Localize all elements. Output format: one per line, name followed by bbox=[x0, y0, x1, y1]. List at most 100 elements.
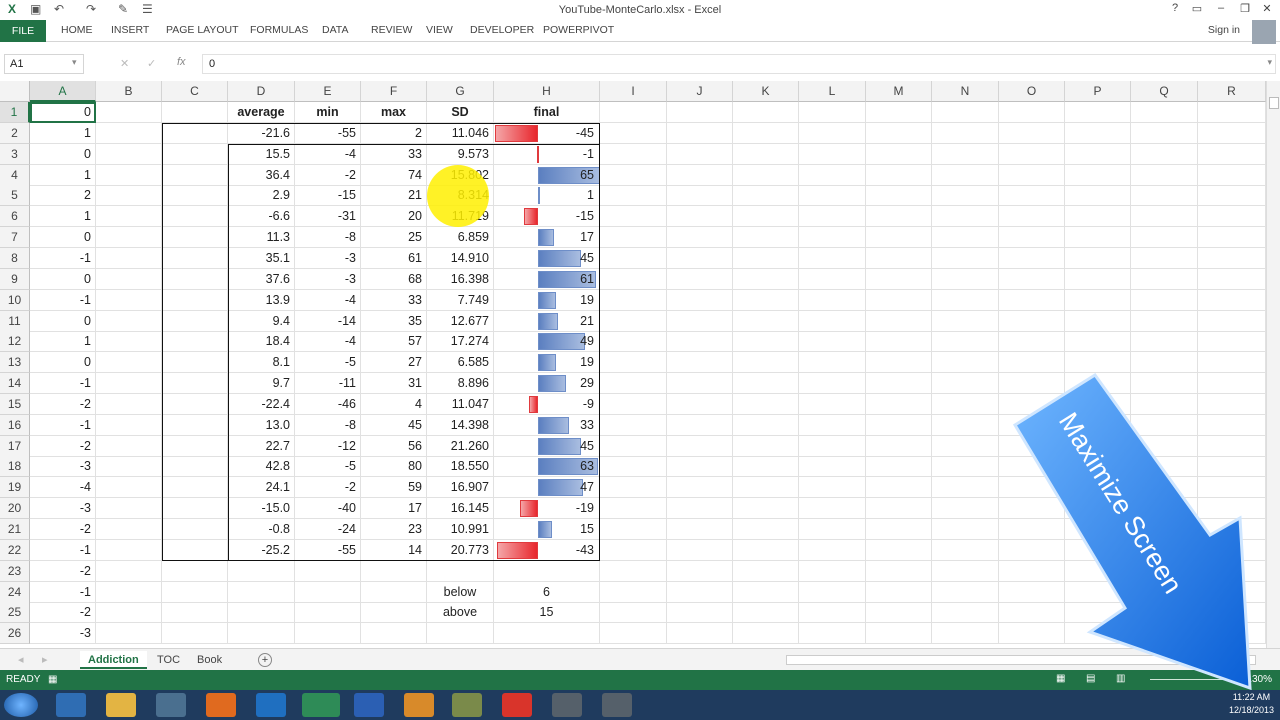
grid-cell[interactable] bbox=[866, 310, 932, 332]
grid-cell[interactable] bbox=[667, 247, 733, 269]
grid-cell[interactable] bbox=[361, 623, 427, 645]
grid-cell[interactable] bbox=[866, 539, 932, 561]
grid-cell[interactable] bbox=[799, 289, 866, 311]
grid-cell[interactable] bbox=[733, 289, 799, 311]
grid-cell[interactable] bbox=[494, 560, 600, 582]
ie-icon[interactable] bbox=[56, 693, 86, 717]
grid-cell[interactable] bbox=[866, 519, 932, 540]
grid-cell[interactable] bbox=[1198, 143, 1266, 165]
grid-cell[interactable] bbox=[295, 623, 361, 645]
grid-cell[interactable] bbox=[162, 268, 228, 290]
column-header-n[interactable]: N bbox=[932, 81, 999, 102]
cell-final[interactable]: 45 bbox=[494, 436, 594, 457]
grid-cell[interactable] bbox=[733, 227, 799, 249]
tab-home[interactable]: HOME bbox=[61, 24, 93, 36]
column-header-h[interactable]: H bbox=[494, 81, 600, 102]
grid-cell[interactable] bbox=[999, 331, 1065, 353]
grid-cell[interactable] bbox=[600, 352, 667, 374]
cell-min[interactable]: -31 bbox=[295, 206, 361, 228]
grid-cell[interactable] bbox=[932, 414, 999, 436]
grid-cell[interactable] bbox=[866, 456, 932, 478]
grid-cell[interactable] bbox=[866, 602, 932, 624]
grid-cell[interactable] bbox=[96, 477, 162, 499]
grid-cell[interactable] bbox=[1198, 185, 1266, 207]
grid-cell[interactable] bbox=[866, 122, 932, 144]
cell-average[interactable]: 15.5 bbox=[228, 143, 295, 165]
cell-average[interactable]: 8.1 bbox=[228, 352, 295, 374]
cell-min[interactable]: -5 bbox=[295, 352, 361, 374]
grid-cell[interactable] bbox=[932, 477, 999, 499]
grid-cell[interactable] bbox=[228, 581, 295, 603]
grid-cell[interactable] bbox=[932, 373, 999, 395]
grid-cell[interactable] bbox=[733, 435, 799, 457]
sheet-tab-toc[interactable]: TOC bbox=[157, 651, 180, 669]
grid-cell[interactable] bbox=[667, 227, 733, 249]
grid-cell[interactable] bbox=[96, 456, 162, 478]
grid-cell[interactable] bbox=[799, 247, 866, 269]
active-cell-a1[interactable]: 0 bbox=[30, 102, 96, 123]
grid-cell[interactable] bbox=[667, 102, 733, 123]
grid-cell[interactable] bbox=[96, 185, 162, 207]
cell-final[interactable]: 49 bbox=[494, 331, 594, 352]
grid-cell[interactable] bbox=[162, 289, 228, 311]
restore-button[interactable]: ❐ bbox=[1234, 2, 1256, 18]
grid-cell[interactable] bbox=[427, 623, 494, 645]
cell-sd[interactable]: 10.991 bbox=[427, 519, 494, 540]
grid-cell[interactable] bbox=[667, 393, 733, 415]
tab-data[interactable]: DATA bbox=[322, 24, 348, 36]
cell-sd[interactable]: 18.550 bbox=[427, 456, 494, 478]
grid-cell[interactable] bbox=[600, 414, 667, 436]
cell-sd[interactable]: 14.910 bbox=[427, 247, 494, 269]
grid-cell[interactable] bbox=[162, 352, 228, 374]
cell-average[interactable]: 13.0 bbox=[228, 414, 295, 436]
grid-cell[interactable] bbox=[162, 623, 228, 645]
sheet-tab-book[interactable]: Book bbox=[197, 651, 222, 669]
tab-insert[interactable]: INSERT bbox=[111, 24, 149, 36]
grid-cell[interactable] bbox=[96, 519, 162, 540]
grid-cell[interactable] bbox=[1198, 310, 1266, 332]
grid-cell[interactable] bbox=[600, 539, 667, 561]
grid-cell[interactable] bbox=[733, 122, 799, 144]
grid-cell[interactable] bbox=[600, 623, 667, 645]
cell-average[interactable]: 37.6 bbox=[228, 268, 295, 290]
grid-cell[interactable] bbox=[1198, 247, 1266, 269]
grid-cell[interactable] bbox=[799, 185, 866, 207]
grid-cell[interactable] bbox=[999, 310, 1065, 332]
cell-min[interactable]: -5 bbox=[295, 456, 361, 478]
cell-min[interactable]: -15 bbox=[295, 185, 361, 207]
grid-cell[interactable] bbox=[799, 456, 866, 478]
grid-cell[interactable] bbox=[932, 206, 999, 228]
cell-a[interactable]: -2 bbox=[30, 560, 96, 582]
grid-cell[interactable] bbox=[733, 539, 799, 561]
cell-max[interactable]: 74 bbox=[361, 164, 427, 186]
row-header[interactable]: 22 bbox=[0, 539, 30, 561]
cell-final[interactable]: 1 bbox=[494, 185, 594, 206]
grid-cell[interactable] bbox=[799, 581, 866, 603]
grid-cell[interactable] bbox=[1198, 102, 1266, 123]
grid-cell[interactable] bbox=[932, 539, 999, 561]
tab-page-layout[interactable]: PAGE LAYOUT bbox=[166, 24, 239, 36]
column-header-g[interactable]: G bbox=[427, 81, 494, 102]
grid-cell[interactable] bbox=[96, 102, 162, 123]
grid-cell[interactable] bbox=[866, 227, 932, 249]
cell-min[interactable]: -14 bbox=[295, 310, 361, 332]
grid-cell[interactable] bbox=[1065, 289, 1131, 311]
grid-cell[interactable] bbox=[799, 539, 866, 561]
grid-cell[interactable] bbox=[96, 122, 162, 144]
cell-max[interactable]: 17 bbox=[361, 498, 427, 520]
grid-cell[interactable] bbox=[1065, 185, 1131, 207]
cell-average[interactable]: 42.8 bbox=[228, 456, 295, 478]
grid-cell[interactable] bbox=[96, 247, 162, 269]
grid-cell[interactable] bbox=[1131, 164, 1198, 186]
cell-max[interactable]: 14 bbox=[361, 539, 427, 561]
row-header[interactable]: 18 bbox=[0, 456, 30, 478]
grid-cell[interactable] bbox=[667, 185, 733, 207]
grid-cell[interactable] bbox=[733, 352, 799, 374]
grid-cell[interactable] bbox=[1131, 143, 1198, 165]
grid-cell[interactable] bbox=[932, 560, 999, 582]
grid-cell[interactable] bbox=[1065, 206, 1131, 228]
row-header[interactable]: 5 bbox=[0, 185, 30, 207]
grid-cell[interactable] bbox=[667, 477, 733, 499]
cell-final[interactable]: 47 bbox=[494, 477, 594, 498]
grid-cell[interactable] bbox=[799, 560, 866, 582]
